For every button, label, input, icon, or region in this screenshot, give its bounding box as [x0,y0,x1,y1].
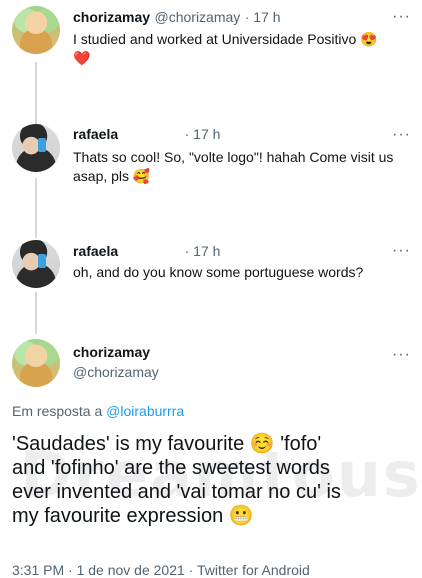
display-name[interactable]: chorizamay [73,9,150,25]
more-options-icon[interactable]: ··· [392,243,411,259]
main-tweet-text: 'Saudades' is my favourite ☺️ 'fofo' and… [12,433,341,527]
heart-emoji: ❤️ [73,50,91,66]
more-options-icon[interactable]: ··· [392,9,411,25]
avatar[interactable] [12,240,60,288]
handle[interactable]: @chorizamay [73,364,159,380]
more-options-icon[interactable]: ··· [392,347,411,363]
display-name[interactable]: rafaela [73,243,118,259]
timestamp[interactable]: · 17 h [245,9,281,25]
more-options-icon[interactable]: ··· [392,127,411,143]
phone-icon [38,254,46,268]
thread-connector [35,292,37,334]
thread-connector [35,62,37,124]
reply-context: Em resposta a @loiraburrra [12,403,184,419]
tweet-text: I studied and worked at Universidade Pos… [73,31,378,66]
display-name[interactable]: chorizamay [73,344,150,360]
reply-to-link[interactable]: @loiraburrra [106,403,184,419]
phone-icon [38,138,46,152]
thread-connector [35,178,37,238]
avatar[interactable] [12,6,60,54]
handle[interactable]: @chorizamay [155,9,241,25]
tweet-header: rafaela · 17 h [73,126,220,144]
timestamp[interactable]: · 17 h [185,126,221,142]
tweet-header: chorizamay @chorizamay · 17 h [73,9,281,27]
avatar[interactable] [12,339,60,387]
avatar[interactable] [12,124,60,172]
tweet-header: rafaela · 17 h [73,243,220,261]
reply-prefix: Em resposta a [12,403,103,419]
tweet-text: oh, and do you know some portuguese word… [73,264,364,280]
display-name[interactable]: rafaela [73,126,118,142]
timestamp[interactable]: · 17 h [185,243,221,259]
tweet-text: Thats so cool! So, "volte logo"! hahah C… [73,149,394,184]
